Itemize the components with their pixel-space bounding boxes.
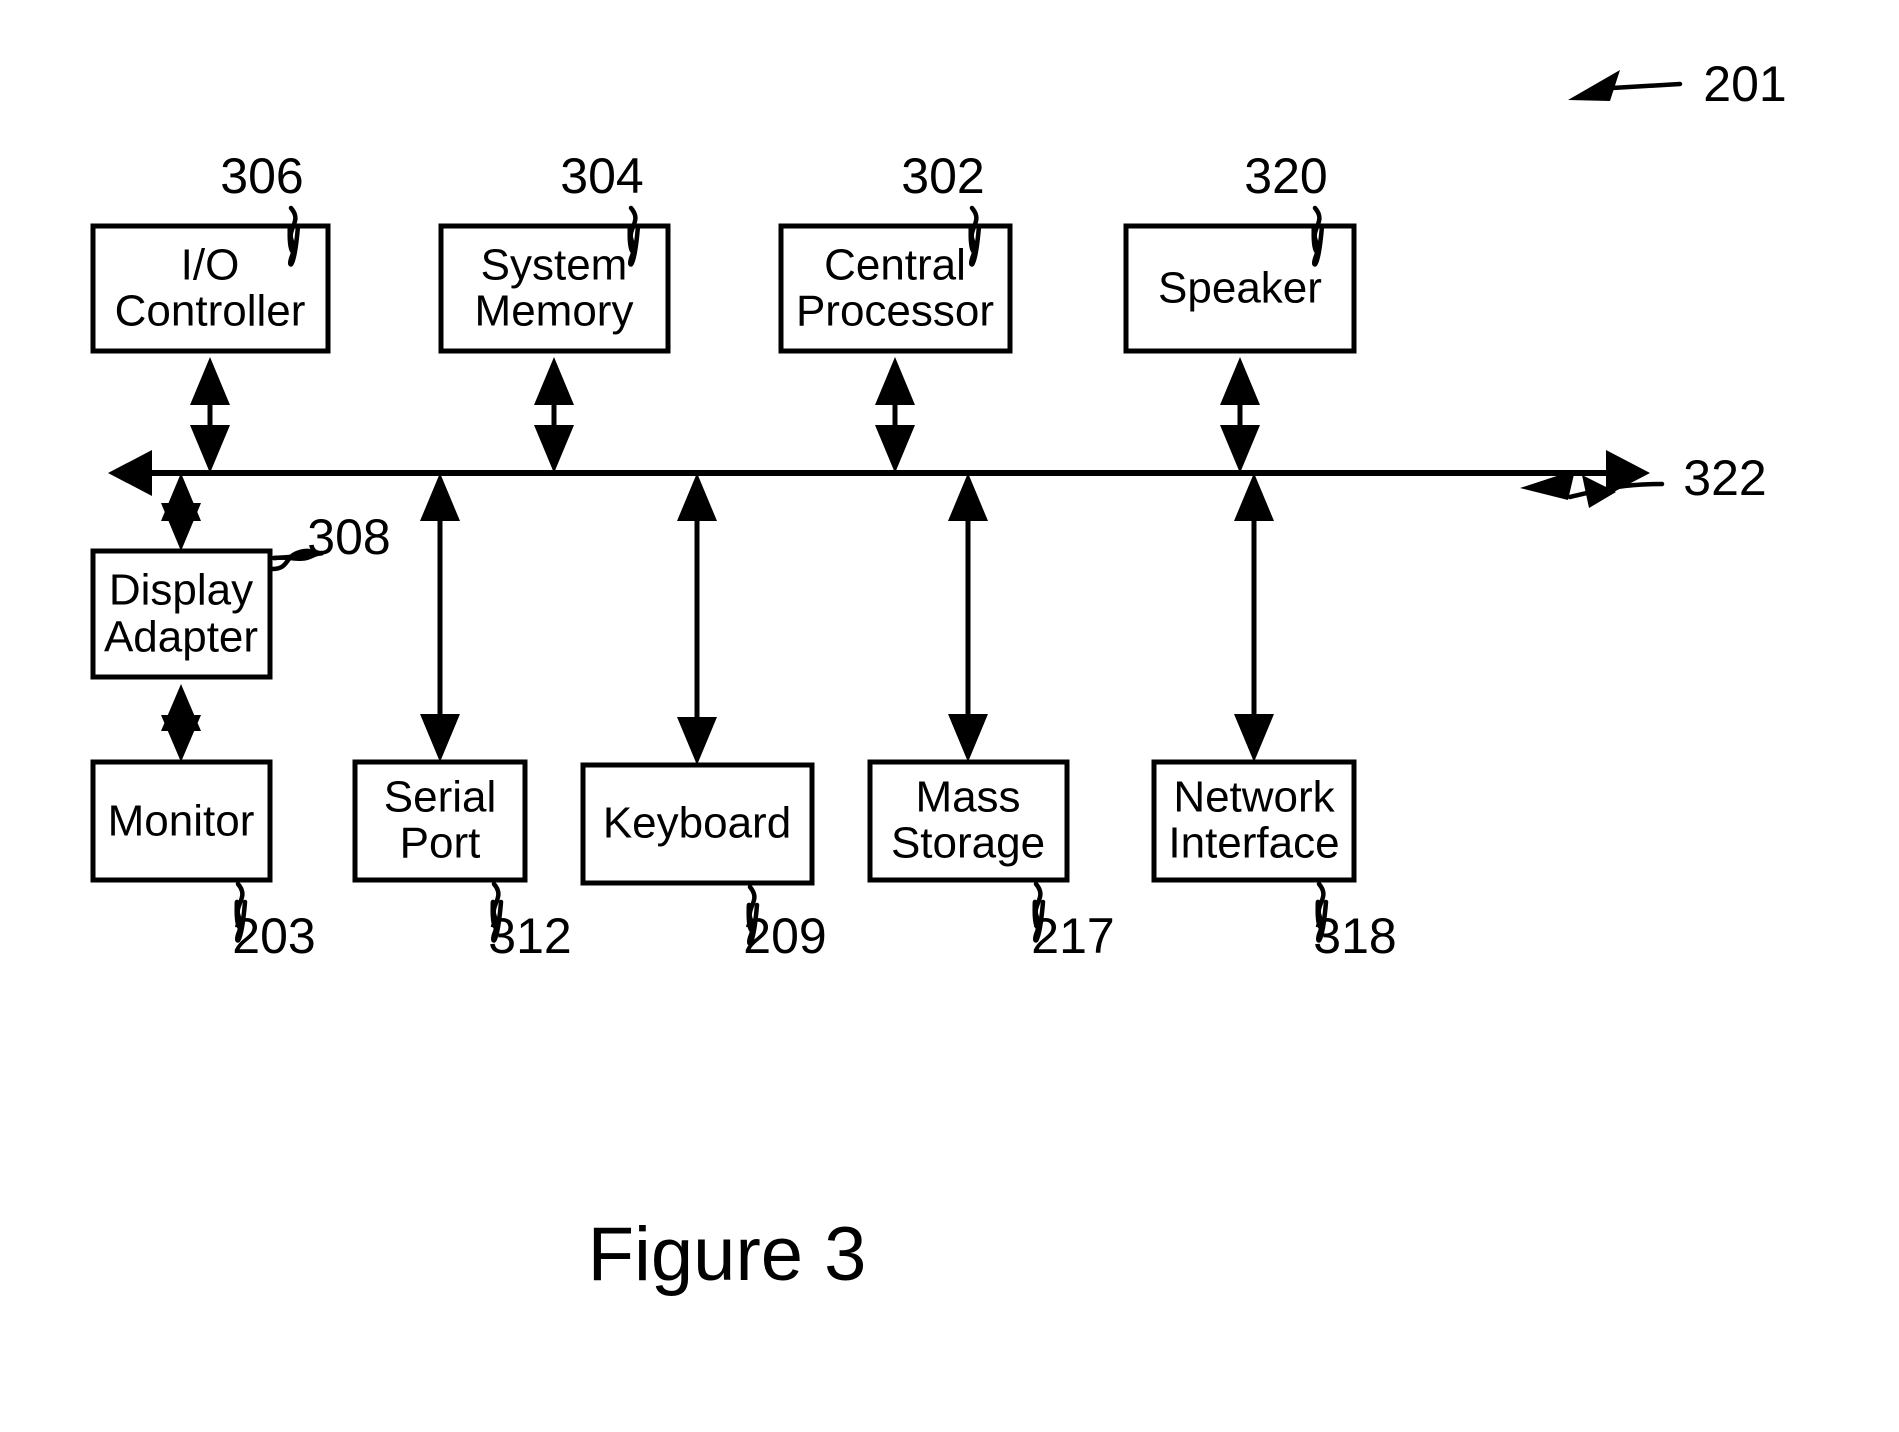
- block-mass-storage[interactable]: Mass Storage: [867, 759, 1070, 883]
- ref-number-308: 308: [307, 509, 390, 565]
- block-display-adapter[interactable]: Display Adapter: [90, 548, 273, 680]
- io-controller-label-line2: Controller: [115, 287, 306, 336]
- speaker-label-line1: Speaker: [1158, 264, 1322, 313]
- io-controller-label-line1: I/O: [181, 241, 240, 290]
- block-monitor[interactable]: Monitor: [90, 759, 273, 883]
- display-adapter-label-line1: Display: [109, 566, 253, 615]
- system-memory-label-line2: Memory: [475, 287, 634, 336]
- block-keyboard[interactable]: Keyboard: [580, 762, 815, 886]
- ref-number-302: 302: [901, 148, 984, 204]
- arrow-bus-to-mass-storage: [948, 473, 988, 762]
- network-interface-label-line1: Network: [1173, 773, 1335, 822]
- ref-number-203: 203: [232, 908, 315, 964]
- serial-port-label-line1: Serial: [384, 773, 497, 822]
- central-processor-label-line1: Central: [824, 241, 966, 290]
- mass-storage-label-line1: Mass: [915, 773, 1020, 822]
- ref-number-320: 320: [1244, 148, 1327, 204]
- arrow-cpu-to-bus: [875, 357, 915, 473]
- serial-port-label-line2: Port: [400, 819, 481, 868]
- arrow-bus-to-serial-port: [420, 473, 460, 762]
- mass-storage-label-line2: Storage: [891, 819, 1045, 868]
- figure-caption: Figure 3: [588, 1212, 867, 1297]
- ref-number-209: 209: [743, 908, 826, 964]
- block-serial-port[interactable]: Serial Port: [352, 759, 528, 883]
- system-bus: [108, 450, 1650, 496]
- arrow-speaker-to-bus: [1220, 357, 1260, 473]
- ref-number-306: 306: [220, 148, 303, 204]
- network-interface-label-line2: Interface: [1168, 819, 1339, 868]
- bus-left-arrowhead: [108, 450, 152, 496]
- patent-figure-3: I/O Controller 306 System Memory 304 Cen…: [0, 0, 1899, 1432]
- arrow-memory-to-bus: [534, 357, 574, 473]
- arrow-bus-to-network-interface: [1234, 473, 1274, 762]
- monitor-label-line1: Monitor: [108, 797, 255, 846]
- arrow-io-to-bus: [190, 357, 230, 473]
- ref-number-322: 322: [1683, 450, 1766, 506]
- callout-201: [1568, 70, 1683, 101]
- ref-number-318: 318: [1313, 908, 1396, 964]
- arrow-display-adapter-to-monitor: [161, 684, 201, 762]
- block-network-interface[interactable]: Network Interface: [1151, 759, 1357, 883]
- central-processor-label-line2: Processor: [796, 287, 994, 336]
- figure-canvas: I/O Controller 306 System Memory 304 Cen…: [90, 56, 1787, 1297]
- ref-number-217: 217: [1031, 908, 1114, 964]
- display-adapter-label-line2: Adapter: [104, 613, 258, 662]
- ref-number-312: 312: [488, 908, 571, 964]
- keyboard-label-line1: Keyboard: [603, 799, 791, 848]
- ref-number-201: 201: [1703, 56, 1786, 112]
- arrow-bus-to-display-adapter: [161, 473, 201, 551]
- system-memory-label-line1: System: [481, 241, 628, 290]
- system-callout-arrowhead: [1568, 70, 1620, 101]
- ref-number-304: 304: [560, 148, 643, 204]
- arrow-bus-to-keyboard: [677, 473, 717, 765]
